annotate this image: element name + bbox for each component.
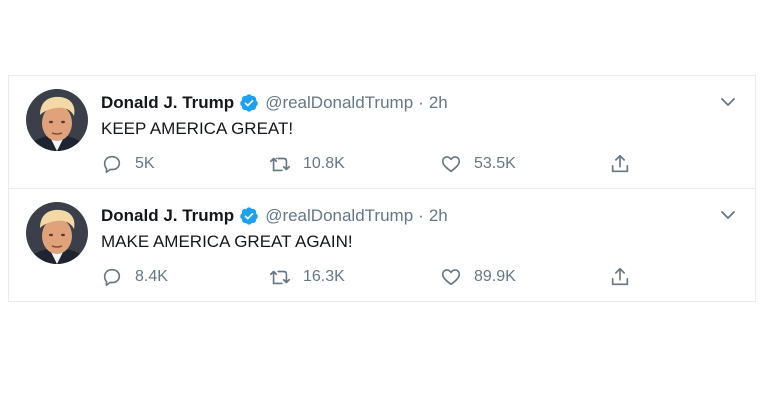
handle[interactable]: @realDonaldTrump bbox=[265, 205, 413, 227]
share-icon bbox=[611, 267, 629, 286]
avatar[interactable] bbox=[26, 202, 88, 264]
tweet-header: Donald J. Trump @realDonaldTrump · 2h bbox=[101, 92, 448, 114]
tweet-text: KEEP AMERICA GREAT! bbox=[101, 119, 294, 138]
timestamp[interactable]: 2h bbox=[429, 205, 448, 227]
retweet-icon bbox=[270, 157, 290, 172]
display-name[interactable]: Donald J. Trump bbox=[101, 205, 234, 227]
tweet-feed: Donald J. Trump @realDonaldTrump · 2h KE… bbox=[8, 75, 756, 302]
heart-icon bbox=[441, 156, 461, 173]
retweet-icon bbox=[270, 270, 290, 285]
reply-icon bbox=[103, 155, 121, 174]
reply-count: 8.4K bbox=[135, 268, 168, 285]
tweet[interactable]: Donald J. Trump @realDonaldTrump · 2h KE… bbox=[9, 76, 755, 189]
retweet-count: 16.3K bbox=[303, 268, 345, 285]
separator-dot: · bbox=[418, 93, 424, 112]
share-icon bbox=[611, 154, 629, 173]
like-count: 89.9K bbox=[474, 268, 516, 285]
heart-icon bbox=[441, 269, 461, 286]
avatar[interactable] bbox=[26, 89, 88, 151]
tweet[interactable]: Donald J. Trump @realDonaldTrump · 2h MA… bbox=[9, 189, 755, 302]
timestamp[interactable]: 2h bbox=[429, 92, 448, 114]
like-button[interactable]: 53.5K bbox=[440, 152, 516, 176]
retweet-button[interactable]: 10.8K bbox=[269, 152, 345, 176]
verified-badge-icon bbox=[239, 206, 259, 226]
reply-icon bbox=[103, 268, 121, 287]
retweet-button[interactable]: 16.3K bbox=[269, 265, 345, 289]
tweet-header: Donald J. Trump @realDonaldTrump · 2h bbox=[101, 205, 448, 227]
separator-dot: · bbox=[418, 206, 424, 225]
chevron-down-icon[interactable] bbox=[719, 93, 737, 111]
tweet-text: MAKE AMERICA GREAT AGAIN! bbox=[101, 232, 353, 251]
reply-button[interactable]: 8.4K bbox=[101, 265, 168, 289]
reply-count: 5K bbox=[135, 155, 155, 172]
handle[interactable]: @realDonaldTrump bbox=[265, 92, 413, 114]
chevron-down-icon[interactable] bbox=[719, 206, 737, 224]
share-button[interactable] bbox=[609, 152, 631, 176]
retweet-count: 10.8K bbox=[303, 155, 345, 172]
verified-badge-icon bbox=[239, 93, 259, 113]
like-button[interactable]: 89.9K bbox=[440, 265, 516, 289]
display-name[interactable]: Donald J. Trump bbox=[101, 92, 234, 114]
share-button[interactable] bbox=[609, 265, 631, 289]
reply-button[interactable]: 5K bbox=[101, 152, 155, 176]
like-count: 53.5K bbox=[474, 155, 516, 172]
